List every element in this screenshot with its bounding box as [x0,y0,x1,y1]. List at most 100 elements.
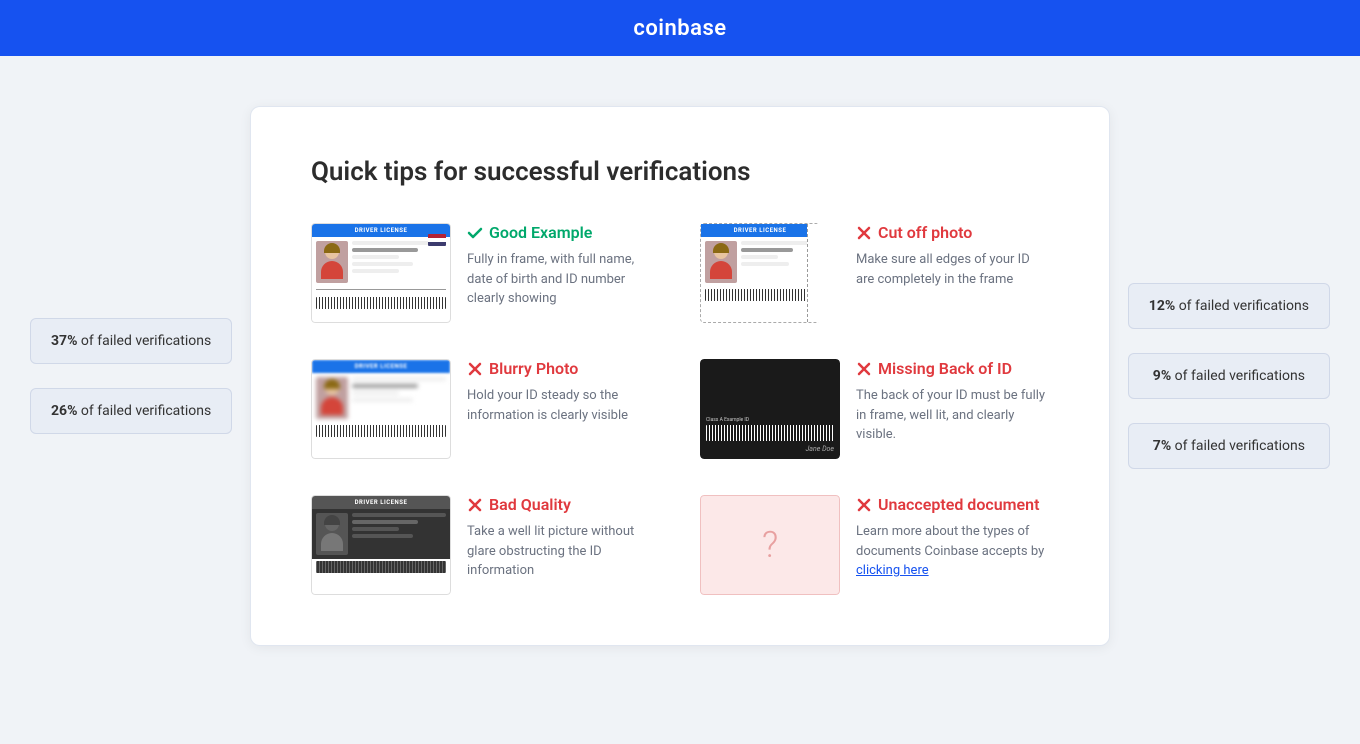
x-icon-cutoff [856,225,872,241]
dl-flag [428,234,446,246]
dl-body-blurry-shape [321,397,343,415]
dl-line-b2 [352,391,399,395]
dl-card-normal: DRIVER LICENSE [311,223,451,323]
coinbase-logo: coinbase [633,16,726,41]
dl-info [352,241,446,283]
clicking-here-link[interactable]: clicking here [856,563,929,578]
tips-grid: DRIVER LICENSE [311,223,1049,595]
dl-line-b1 [352,377,446,381]
dl-info-cutoff [741,241,815,283]
dl-body-shape [321,261,343,279]
dl-photo-cutoff [705,241,737,283]
dl-barcode-dark [316,561,446,573]
dl-line-3 [352,262,413,266]
dl-signature [316,289,446,295]
tip-content-unaccepted: Unaccepted document Learn more about the… [856,495,1049,581]
dl-card-dark: DRIVER LICENSE [311,495,451,595]
dl-header-dark: DRIVER LICENSE [312,496,450,509]
dl-cut-indicator [807,224,827,322]
x-icon-back [856,361,872,377]
right-badge-2: 9% of failed verifications [1128,353,1330,399]
tip-image-back: Class A Example ID Jane Doe [700,359,840,459]
dl-line-bname [352,384,418,388]
tip-label-text-cutoff: Cut off photo [878,223,972,242]
dl-photo-dark [316,513,348,555]
unknown-question-mark: ? [762,524,778,566]
dl-card-blurry: DRIVER LICENSE [311,359,451,459]
dl-body-blurry [312,373,450,423]
tip-image-cutoff: DRIVER LICENSE [700,223,840,323]
dl-body [312,237,450,287]
tip-image-good: DRIVER LICENSE [311,223,451,323]
tip-desc-back: The back of your ID must be fully in fra… [856,386,1049,445]
tip-bad-quality: DRIVER LICENSE [311,495,660,595]
dl-line-c1 [741,241,815,245]
page-wrapper: 37% of failed verifications 26% of faile… [0,56,1360,696]
tip-good-example: DRIVER LICENSE [311,223,660,323]
tip-label-text-good: Good Example [489,223,592,242]
app-header: coinbase [0,0,1360,56]
x-icon-unaccepted [856,497,872,513]
left-badges: 37% of failed verifications 26% of faile… [30,318,232,434]
dl-body-cutoff-shape [710,261,732,279]
tip-content-dark: Bad Quality Take a well lit picture with… [467,495,660,581]
dl-line-d2 [352,527,399,531]
tip-unaccepted: ? Unaccepted document Learn more about t… [700,495,1049,595]
tip-cutoff: DRIVER LICENSE [700,223,1049,323]
left-badge-2: 26% of failed verifications [30,388,232,434]
dl-line-name [352,248,418,252]
tip-image-unknown: ? [700,495,840,595]
tip-label-text-dark: Bad Quality [489,495,571,514]
tip-image-blurry: DRIVER LICENSE [311,359,451,459]
dl-barcode [316,297,446,309]
dl-line-2 [352,255,399,259]
dl-body-dark [312,509,450,559]
tip-label-good: Good Example [467,223,660,242]
dl-card-cutoff: DRIVER LICENSE [700,223,820,323]
tip-desc-unaccepted: Learn more about the types of documents … [856,522,1049,581]
dl-line-b3 [352,398,413,402]
dl-line-cname [741,248,793,252]
tip-desc-blurry: Hold your ID steady so the information i… [467,386,660,425]
check-icon [467,225,483,241]
id-back-label: Class A Example ID [706,417,834,423]
tip-desc-dark: Take a well lit picture without glare ob… [467,522,660,581]
dl-hair-dark [324,515,340,525]
dl-photo-blurry [316,377,348,419]
tip-content-blurry: Blurry Photo Hold your ID steady so the … [467,359,660,425]
dl-barcode-blurry [316,425,446,437]
tip-label-dark: Bad Quality [467,495,660,514]
dl-line-4 [352,269,399,273]
tip-label-blurry: Blurry Photo [467,359,660,378]
tip-content-back: Missing Back of ID The back of your ID m… [856,359,1049,445]
dl-info-blurry [352,377,446,419]
tip-label-text-blurry: Blurry Photo [489,359,578,378]
dl-header-cutoff: DRIVER LICENSE [701,224,819,237]
tip-image-dark: DRIVER LICENSE [311,495,451,595]
tip-content-good: Good Example Fully in frame, with full n… [467,223,660,309]
right-badge-1: 12% of failed verifications [1128,283,1330,329]
tip-label-cutoff: Cut off photo [856,223,1049,242]
dl-line-c3 [741,262,789,266]
dl-line-dname [352,520,418,524]
id-back-card: Class A Example ID Jane Doe [700,359,840,459]
tip-label-text-unaccepted: Unaccepted document [878,495,1039,514]
dl-hair [324,243,340,253]
dl-body-cutoff [701,237,819,287]
tip-blurry: DRIVER LICENSE [311,359,660,459]
tip-missing-back: Class A Example ID Jane Doe Missing Back… [700,359,1049,459]
dl-barcode-cutoff [705,289,815,301]
dl-hair-blurry [324,379,340,389]
tip-desc-cutoff: Make sure all edges of your ID are compl… [856,250,1049,289]
dl-body-dark-shape [321,533,343,551]
tip-content-cutoff: Cut off photo Make sure all edges of you… [856,223,1049,289]
id-unknown-card: ? [700,495,840,595]
tip-label-back: Missing Back of ID [856,359,1049,378]
right-badges: 12% of failed verifications 9% of failed… [1128,283,1330,469]
main-card: Quick tips for successful verifications … [250,106,1110,646]
left-badge-1: 37% of failed verifications [30,318,232,364]
id-back-signature: Jane Doe [706,445,834,453]
tip-desc-good: Fully in frame, with full name, date of … [467,250,660,309]
page-title: Quick tips for successful verifications [311,157,1049,187]
dl-photo [316,241,348,283]
